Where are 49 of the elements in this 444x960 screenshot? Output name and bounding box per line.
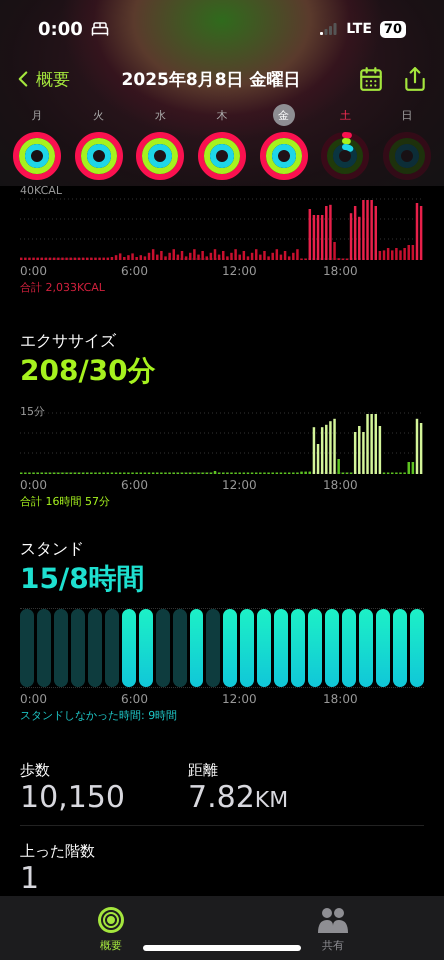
exercise-value: 208/30分 [20, 353, 157, 389]
section-title: エクササイズ [20, 331, 117, 352]
axis-label: 6:00 [121, 478, 149, 492]
activity-rings-icon[interactable] [74, 132, 123, 180]
axis-label: 40KCAL [20, 184, 62, 197]
stat-label: 距離 [188, 761, 219, 780]
stand-note: スタンドしなかった時間: 9時間 [20, 708, 178, 723]
axis-label: 0:00 [20, 264, 48, 278]
axis-label: 18:00 [323, 478, 359, 492]
stat-value: 7.82 KM [188, 780, 290, 815]
axis-label: 12:00 [222, 264, 258, 278]
axis-label: 18:00 [323, 692, 359, 706]
axis-label: 6:00 [121, 264, 149, 278]
stand-value: 15/8時間 [20, 561, 146, 597]
people-icon [316, 906, 350, 934]
stat-value: 10,150 [20, 780, 126, 815]
stat-label: 歩数 [20, 761, 51, 780]
network-label: LTE [346, 21, 372, 37]
activity-rings-icon[interactable] [260, 132, 308, 180]
date-title: 2025年8月8日 金曜日 [120, 68, 302, 90]
rings-icon [97, 906, 125, 934]
weekday-label[interactable]: 日 [396, 104, 418, 126]
move-total: 合計 2,033KCAL [20, 280, 106, 295]
back-link[interactable]: 概要 [10, 66, 70, 92]
weekday-label[interactable]: 火 [88, 104, 110, 126]
bed-icon [90, 20, 109, 38]
axis-label: 12:00 [222, 692, 258, 706]
exercise-total: 合計 16時間 57分 [20, 494, 111, 509]
stat-label: 上った階数 [20, 842, 96, 861]
activity-rings-icon[interactable] [136, 132, 184, 180]
activity-rings-icon[interactable] [198, 132, 246, 180]
stat-value: 1 [20, 861, 40, 896]
axis-label: 0:00 [20, 478, 48, 492]
weekday-label[interactable]: 水 [149, 104, 172, 126]
weekday-label[interactable]: 土 [334, 104, 356, 126]
battery-level: 70 [380, 20, 406, 38]
axis-label: 6:00 [121, 692, 149, 706]
axis-label: 15分 [20, 404, 45, 419]
axis-label: 12:00 [222, 478, 258, 492]
axis-label: 0:00 [20, 692, 48, 706]
axis-label: 18:00 [323, 264, 359, 278]
tab-button[interactable]: 共有 [222, 896, 444, 960]
status-time: 0:00 [38, 18, 83, 40]
weekday-label[interactable]: 月 [26, 104, 48, 126]
weekday-label[interactable]: 木 [210, 104, 233, 126]
signal-icon [320, 23, 338, 35]
activity-rings-icon[interactable] [12, 132, 61, 180]
activity-rings-icon[interactable] [321, 132, 370, 180]
section-title: スタンド [20, 539, 85, 560]
